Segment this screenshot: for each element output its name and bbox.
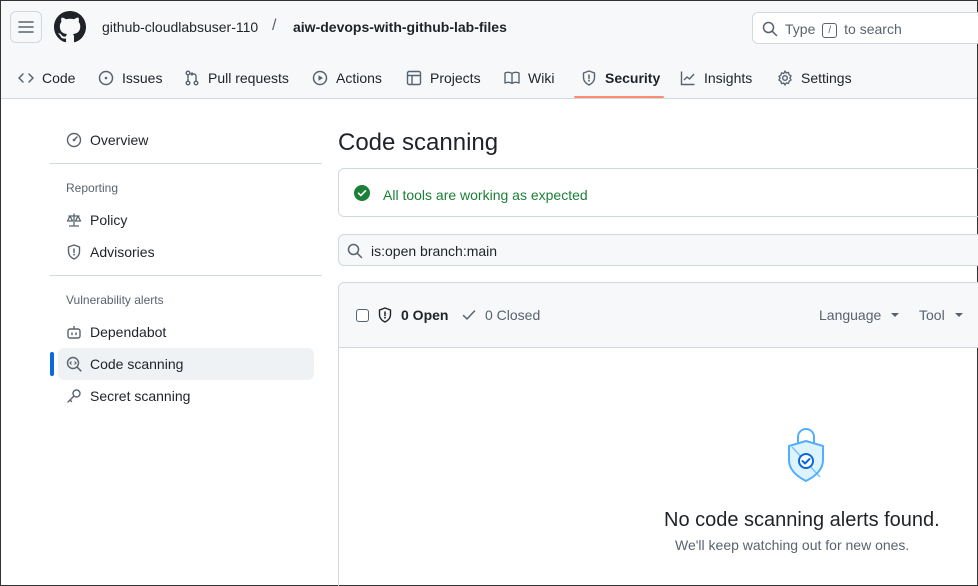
sidebar-item-secret-scanning[interactable]: Secret scanning [58,380,314,412]
tab-security[interactable]: Security [581,59,660,97]
alerts-results-box: 0 Open 0 Closed Language Tool No code sc… [338,282,978,586]
sidebar-item-code-scanning[interactable]: Code scanning [58,348,314,380]
sidebar-divider [50,275,322,276]
active-tab-indicator [574,96,664,98]
shield-icon [582,70,596,86]
tab-pull-requests[interactable]: Pull requests [184,59,289,97]
tab-issues[interactable]: Issues [98,59,162,97]
sidebar-item-policy[interactable]: Policy [58,204,314,236]
codescan-icon [66,356,82,372]
caret-down-icon [891,313,900,317]
tools-status-message: All tools are working as expected [383,187,588,203]
gear-icon [778,70,792,86]
tab-settings[interactable]: Settings [777,59,852,97]
sidebar-item-overview[interactable]: Overview [58,124,314,156]
shield-icon [67,244,81,260]
tool-dropdown[interactable]: Tool [919,307,963,323]
play-icon [312,70,328,86]
hamburger-icon [18,21,34,33]
caret-down-icon [954,313,963,317]
page-title: Code scanning [338,129,499,156]
select-all-checkbox[interactable] [356,309,369,322]
repo-header: github-cloudlabsuser-110 / aiw-devops-wi… [1,1,978,99]
sidebar-active-indicator [50,352,54,376]
tools-status-box: All tools are working as expected [338,168,978,217]
closed-alerts-filter[interactable]: 0 Closed [461,307,540,323]
tab-code[interactable]: Code [18,59,75,97]
meter-icon [66,132,82,148]
code-icon [18,73,34,83]
language-dropdown[interactable]: Language [819,307,900,323]
search-shortcut-key: / [822,23,838,38]
search-placeholder: Type / to search [785,21,902,38]
tab-wiki[interactable]: Wiki [504,59,554,97]
book-icon [504,71,520,85]
issue-icon [98,70,114,86]
filter-value: is:open branch:main [371,243,498,259]
sidebar-item-dependabot[interactable]: Dependabot [58,316,314,348]
law-icon [66,213,82,227]
graph-icon [680,71,695,86]
empty-state-title: No code scanning alerts found. [664,509,940,531]
tab-projects[interactable]: Projects [406,59,481,97]
github-logo-icon[interactable] [54,11,86,43]
menu-button[interactable] [10,11,42,43]
key-icon [67,389,81,403]
shield-icon [378,307,392,323]
alerts-filter-input[interactable]: is:open branch:main [338,234,978,266]
open-alerts-filter[interactable]: 0 Open [377,307,448,323]
global-search[interactable]: Type / to search [752,12,978,44]
table-icon [406,70,422,86]
breadcrumb-repo[interactable]: aiw-devops-with-github-lab-files [293,19,507,35]
check-circle-icon [354,185,370,201]
breadcrumb-owner[interactable]: github-cloudlabsuser-110 [102,19,258,35]
check-icon [462,310,476,320]
dependabot-icon [67,326,81,339]
search-icon [347,243,363,259]
empty-state-subtitle: We'll keep watching out for new ones. [675,537,910,553]
repo-tabs: Code Issues Pull requests Actions Projec… [1,59,977,99]
breadcrumb-separator: / [272,17,277,34]
sidebar-heading-vulnerability-alerts: Vulnerability alerts [66,293,164,307]
tab-insights[interactable]: Insights [680,59,752,97]
sidebar-item-advisories[interactable]: Advisories [58,236,314,268]
shield-check-icon [786,427,826,483]
pull-request-icon [185,70,199,86]
sidebar-heading-reporting: Reporting [66,181,119,195]
alerts-results-header: 0 Open 0 Closed Language Tool [339,283,978,348]
sidebar-divider [50,163,322,164]
search-icon [762,21,778,37]
tab-actions[interactable]: Actions [312,59,382,97]
